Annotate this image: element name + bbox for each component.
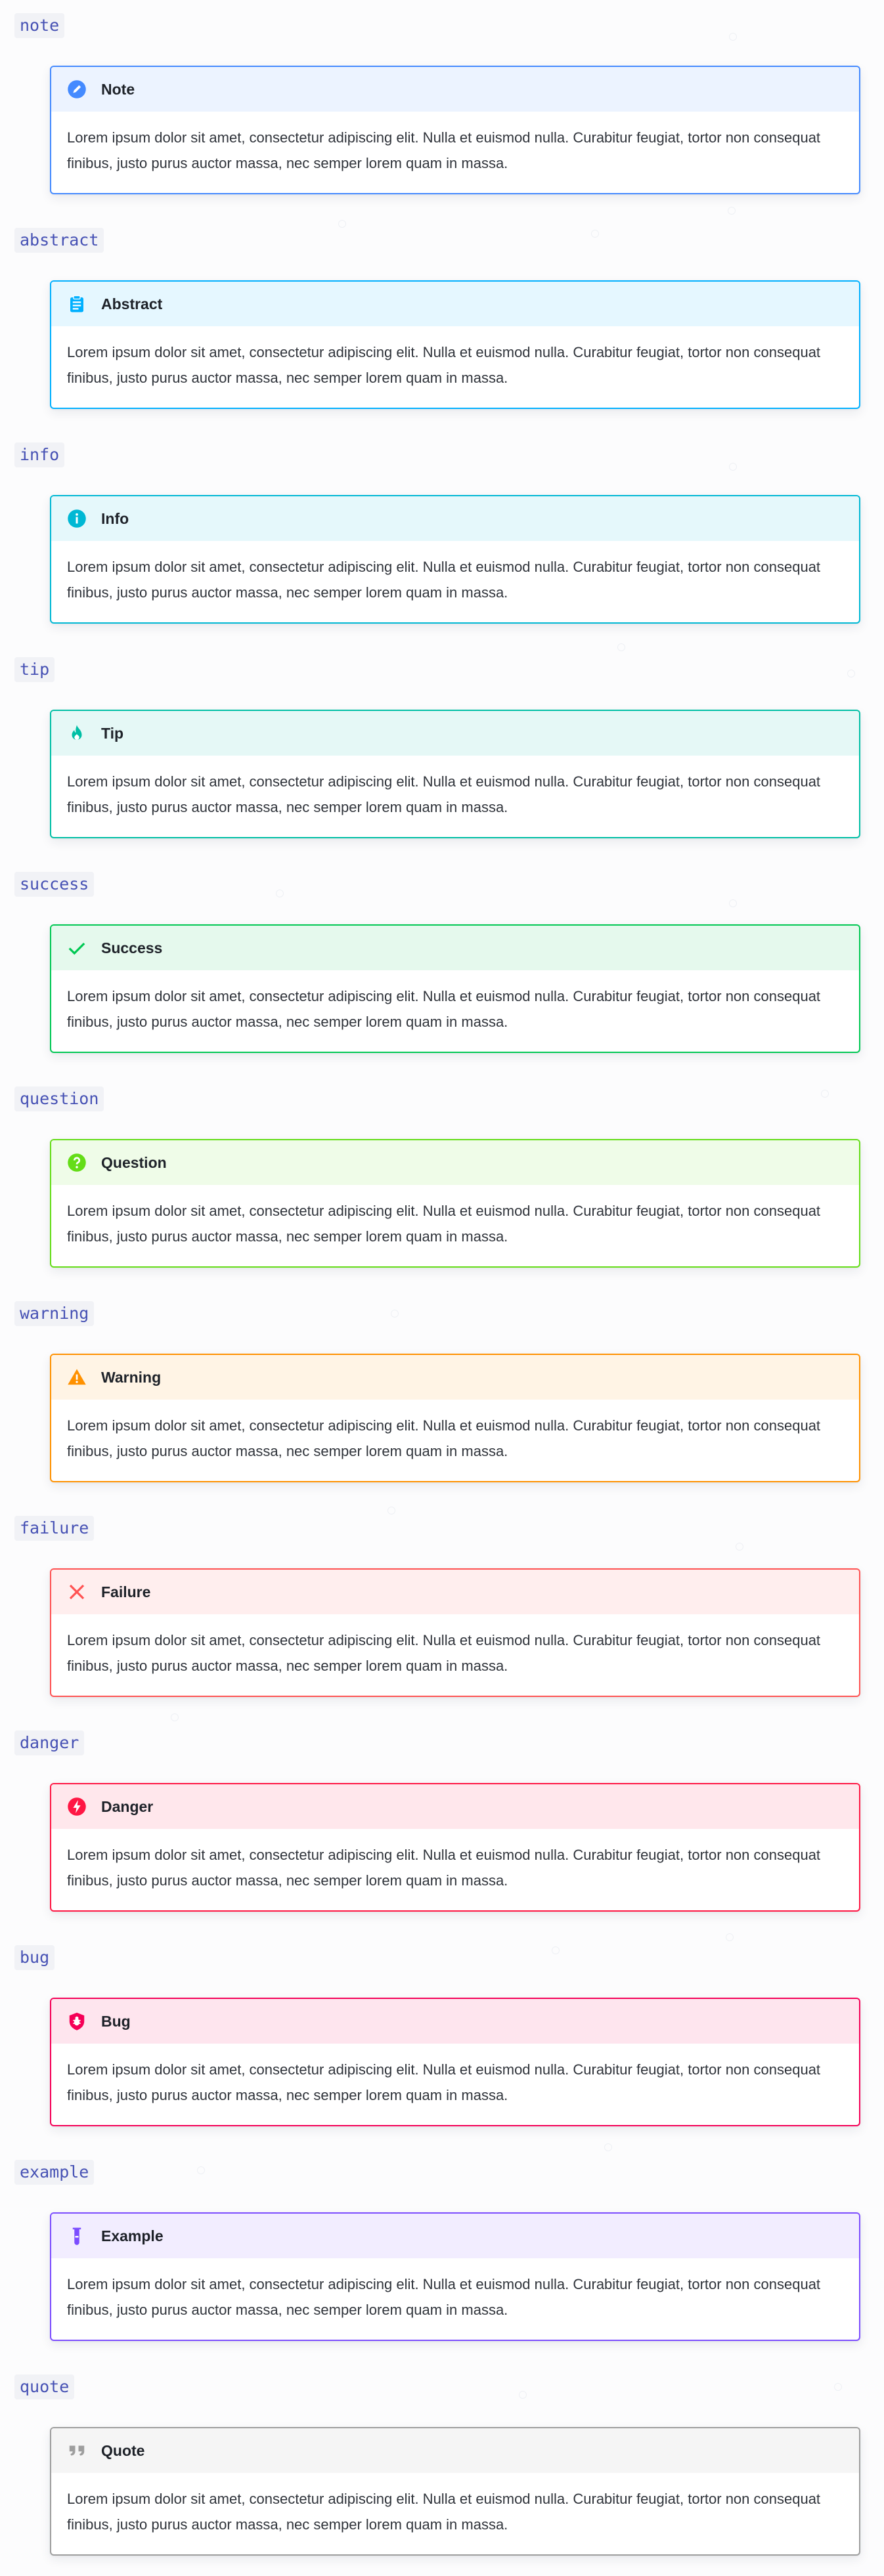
x-icon (67, 1582, 87, 1602)
section-quote: quote Quote Lorem ipsum dolor sit amet, … (0, 2361, 884, 2576)
admonition-abstract: Abstract Lorem ipsum dolor sit amet, con… (50, 280, 860, 409)
section-label: success (14, 872, 95, 897)
admonition-list: note Note Lorem ipsum dolor sit amet, co… (0, 0, 884, 2576)
alert-icon (67, 1367, 87, 1387)
admonition-danger: Danger Lorem ipsum dolor sit amet, conse… (50, 1783, 860, 1912)
admonition-body: Lorem ipsum dolor sit amet, consectetur … (67, 773, 821, 815)
admonition-title: Question (101, 1153, 167, 1171)
admonition-body: Lorem ipsum dolor sit amet, consectetur … (67, 2061, 821, 2103)
admonition-body: Lorem ipsum dolor sit amet, consectetur … (67, 2276, 821, 2318)
admonition-title: Note (101, 80, 135, 98)
section-label: abstract (14, 228, 104, 253)
admonition-body: Lorem ipsum dolor sit amet, consectetur … (67, 1632, 821, 1674)
section-label: info (14, 442, 65, 467)
admonition-title: Example (101, 2227, 164, 2244)
admonition-body: Lorem ipsum dolor sit amet, consectetur … (67, 1847, 821, 1889)
section-label: example (14, 2160, 95, 2185)
admonition-title: Bug (101, 2012, 131, 2030)
admonition-title-bar: Bug (51, 1999, 859, 2044)
section-example: example Example Lorem ipsum dolor sit am… (0, 2147, 884, 2361)
section-label: warning (14, 1301, 95, 1326)
admonition-body: Lorem ipsum dolor sit amet, consectetur … (67, 129, 821, 171)
section-abstract: abstract Abstract Lorem ipsum dolor sit … (0, 215, 884, 429)
section-label: bug (14, 1945, 55, 1970)
check-icon (67, 938, 87, 958)
section-label: question (14, 1086, 104, 1111)
admonition-title-bar: Failure (51, 1570, 859, 1614)
admonition-body: Lorem ipsum dolor sit amet, consectetur … (67, 344, 821, 386)
section-label: note (14, 13, 65, 38)
bug-icon (67, 2011, 87, 2031)
section-danger: danger Danger Lorem ipsum dolor sit amet… (0, 1717, 884, 1932)
flask-icon (67, 2226, 87, 2246)
admonition-title-bar: Question (51, 1140, 859, 1185)
admonition-title-bar: Abstract (51, 282, 859, 326)
section-label: tip (14, 657, 55, 682)
admonition-title-bar: Success (51, 926, 859, 970)
section-tip: tip Tip Lorem ipsum dolor sit amet, cons… (0, 644, 884, 859)
section-note: note Note Lorem ipsum dolor sit amet, co… (0, 0, 884, 215)
admonition-bug: Bug Lorem ipsum dolor sit amet, consecte… (50, 1998, 860, 2126)
section-failure: failure Failure Lorem ipsum dolor sit am… (0, 1503, 884, 1717)
clipboard-icon (67, 294, 87, 314)
admonition-title-bar: Example (51, 2214, 859, 2258)
admonition-body: Lorem ipsum dolor sit amet, consectetur … (67, 1203, 821, 1245)
pencil-icon (67, 79, 87, 99)
section-bug: bug Bug Lorem ipsum dolor sit amet, cons… (0, 1932, 884, 2147)
section-success: success Success Lorem ipsum dolor sit am… (0, 859, 884, 1073)
admonition-note: Note Lorem ipsum dolor sit amet, consect… (50, 66, 860, 194)
admonition-title: Danger (101, 1797, 154, 1815)
section-label: failure (14, 1516, 95, 1541)
admonition-title: Warning (101, 1368, 162, 1386)
admonition-quote: Quote Lorem ipsum dolor sit amet, consec… (50, 2427, 860, 2556)
quote-icon (67, 2441, 87, 2460)
admonition-title-bar: Danger (51, 1784, 859, 1829)
info-icon (67, 509, 87, 528)
admonition-title-bar: Tip (51, 711, 859, 756)
flame-icon (67, 723, 87, 743)
section-label: quote (14, 2374, 75, 2399)
admonition-title-bar: Note (51, 67, 859, 112)
section-warning: warning Warning Lorem ipsum dolor sit am… (0, 1288, 884, 1503)
admonition-title-bar: Quote (51, 2428, 859, 2473)
admonition-body: Lorem ipsum dolor sit amet, consectetur … (67, 1417, 821, 1459)
help-icon (67, 1153, 87, 1172)
admonition-warning: Warning Lorem ipsum dolor sit amet, cons… (50, 1354, 860, 1482)
admonition-title: Info (101, 509, 129, 527)
admonition-question: Question Lorem ipsum dolor sit amet, con… (50, 1139, 860, 1268)
section-question: question Question Lorem ipsum dolor sit … (0, 1073, 884, 1288)
admonition-title: Quote (101, 2441, 145, 2459)
admonition-body: Lorem ipsum dolor sit amet, consectetur … (67, 988, 821, 1030)
admonition-failure: Failure Lorem ipsum dolor sit amet, cons… (50, 1568, 860, 1697)
admonition-title: Abstract (101, 295, 163, 312)
admonition-title: Success (101, 939, 163, 956)
admonition-tip: Tip Lorem ipsum dolor sit amet, consecte… (50, 710, 860, 838)
admonition-example: Example Lorem ipsum dolor sit amet, cons… (50, 2212, 860, 2341)
admonition-info: Info Lorem ipsum dolor sit amet, consect… (50, 495, 860, 624)
section-info: info Info Lorem ipsum dolor sit amet, co… (0, 429, 884, 644)
admonition-title-bar: Warning (51, 1355, 859, 1400)
admonition-body: Lorem ipsum dolor sit amet, consectetur … (67, 2491, 821, 2533)
lightning-icon (67, 1797, 87, 1816)
section-label: danger (14, 1730, 85, 1755)
admonition-body: Lorem ipsum dolor sit amet, consectetur … (67, 559, 821, 601)
admonition-title-bar: Info (51, 496, 859, 541)
admonition-title: Failure (101, 1583, 151, 1600)
admonition-title: Tip (101, 724, 124, 742)
admonition-success: Success Lorem ipsum dolor sit amet, cons… (50, 924, 860, 1053)
